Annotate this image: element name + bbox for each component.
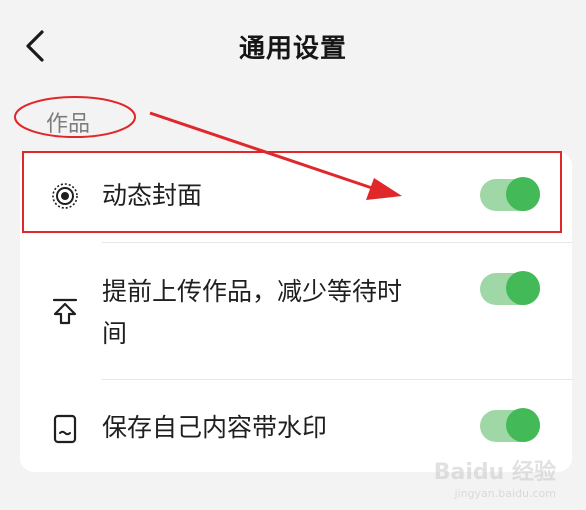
section-label-works: 作品 — [46, 112, 91, 137]
upload-arrow-icon — [52, 298, 78, 325]
watermark-url: jingyan.baidu.com — [454, 487, 556, 500]
settings-card: 动态封面 提前上传作品，减少等待时 间 保存自己内容带水印 — [20, 152, 572, 472]
setting-label-pre-upload-line2: 间 — [102, 319, 128, 348]
setting-label-save-watermark: 保存自己内容带水印 — [102, 413, 328, 442]
live-cover-toggle[interactable] — [480, 177, 540, 211]
save-watermark-toggle[interactable] — [480, 408, 540, 442]
toggle-knob — [506, 408, 540, 442]
setting-label-live-cover: 动态封面 — [102, 181, 203, 210]
watermark-brand: Baidu 经验 — [433, 460, 556, 485]
setting-row-live-cover[interactable]: 动态封面 — [20, 152, 572, 238]
setting-label-pre-upload-line1: 提前上传作品，减少等待时 — [102, 277, 403, 306]
toggle-knob — [506, 177, 540, 211]
top-bar: 通用设置 — [0, 0, 586, 92]
pre-upload-toggle[interactable] — [480, 271, 540, 305]
toggle-knob — [506, 271, 540, 305]
watermark-save-icon — [53, 414, 77, 444]
setting-row-pre-upload[interactable]: 提前上传作品，减少等待时 间 — [20, 243, 572, 379]
page-title: 通用设置 — [238, 34, 347, 64]
live-cover-icon — [52, 183, 78, 209]
